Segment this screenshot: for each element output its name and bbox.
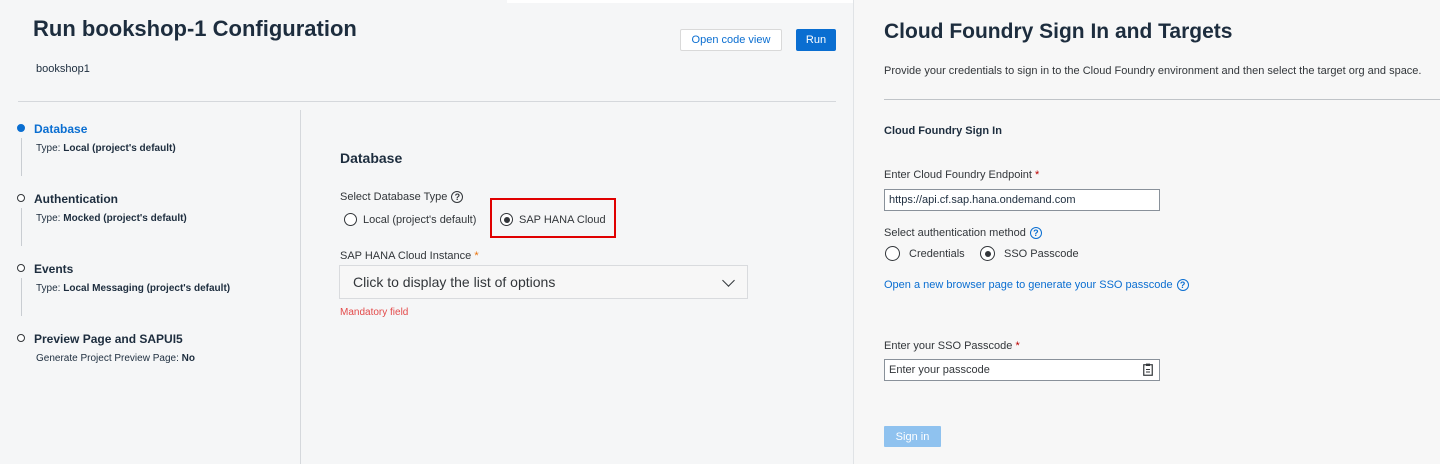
help-icon[interactable]: ? bbox=[1176, 279, 1189, 292]
run-configuration-pane bbox=[0, 0, 854, 464]
database-type-label: Select Database Type? bbox=[340, 191, 464, 204]
run-button[interactable]: Run bbox=[796, 29, 836, 51]
hana-instance-label: SAP HANA Cloud Instance * bbox=[340, 250, 479, 262]
radio-sso-passcode[interactable]: SSO Passcode bbox=[980, 246, 1079, 261]
step-summary: Generate Project Preview Page: No bbox=[36, 353, 195, 364]
steps-divider bbox=[300, 110, 301, 464]
top-tab-strip bbox=[507, 0, 853, 3]
header-divider bbox=[18, 101, 836, 102]
passcode-label: Enter your SSO Passcode * bbox=[884, 340, 1020, 352]
cf-title: Cloud Foundry Sign In and Targets bbox=[884, 20, 1233, 43]
step-active-dot-icon bbox=[17, 124, 25, 132]
step-summary: Type: Local (project's default) bbox=[36, 143, 176, 154]
radio-local-database[interactable]: Local (project's default) bbox=[344, 213, 476, 226]
step-summary: Type: Mocked (project's default) bbox=[36, 213, 187, 224]
page-title: Run bookshop-1 Configuration bbox=[33, 16, 357, 41]
radio-credentials[interactable]: Credentials bbox=[885, 246, 965, 261]
step-title: Database bbox=[34, 122, 88, 136]
radio-unchecked-icon bbox=[344, 213, 357, 226]
radio-unchecked-icon bbox=[885, 246, 900, 261]
step-title: Authentication bbox=[34, 192, 118, 206]
database-section-title: Database bbox=[340, 150, 403, 166]
endpoint-input[interactable]: https://api.cf.sap.hana.ondemand.com bbox=[884, 189, 1160, 211]
sso-passcode-link[interactable]: Open a new browser page to generate your… bbox=[884, 279, 1189, 292]
step-dot-icon bbox=[17, 334, 25, 342]
paste-icon[interactable] bbox=[1143, 363, 1153, 376]
step-title: Preview Page and SAPUI5 bbox=[34, 332, 183, 346]
help-icon[interactable]: ? bbox=[451, 191, 464, 204]
auth-method-label: Select authentication method? bbox=[884, 227, 1042, 240]
selection-highlight bbox=[490, 198, 616, 238]
cf-signin-section-title: Cloud Foundry Sign In bbox=[884, 125, 1002, 137]
open-code-view-button[interactable]: Open code view bbox=[680, 29, 782, 51]
step-connector bbox=[21, 208, 22, 246]
hana-instance-select[interactable]: Click to display the list of options bbox=[339, 265, 748, 299]
cf-divider bbox=[884, 99, 1440, 100]
step-connector bbox=[21, 278, 22, 316]
step-summary: Type: Local Messaging (project's default… bbox=[36, 283, 231, 294]
chevron-down-icon bbox=[722, 274, 735, 287]
endpoint-label: Enter Cloud Foundry Endpoint * bbox=[884, 169, 1040, 181]
step-dot-icon bbox=[17, 194, 25, 202]
step-title: Events bbox=[34, 262, 74, 276]
step-connector bbox=[21, 138, 22, 176]
sign-in-button[interactable]: Sign in bbox=[884, 426, 941, 447]
passcode-input[interactable] bbox=[889, 364, 1129, 376]
project-name: bookshop1 bbox=[36, 63, 90, 75]
mandatory-field-error: Mandatory field bbox=[340, 307, 409, 318]
step-dot-icon bbox=[17, 264, 25, 272]
passcode-input-wrapper bbox=[884, 359, 1160, 381]
help-icon[interactable]: ? bbox=[1029, 227, 1042, 240]
radio-checked-icon bbox=[980, 246, 995, 261]
cf-description: Provide your credentials to sign in to t… bbox=[884, 65, 1422, 77]
